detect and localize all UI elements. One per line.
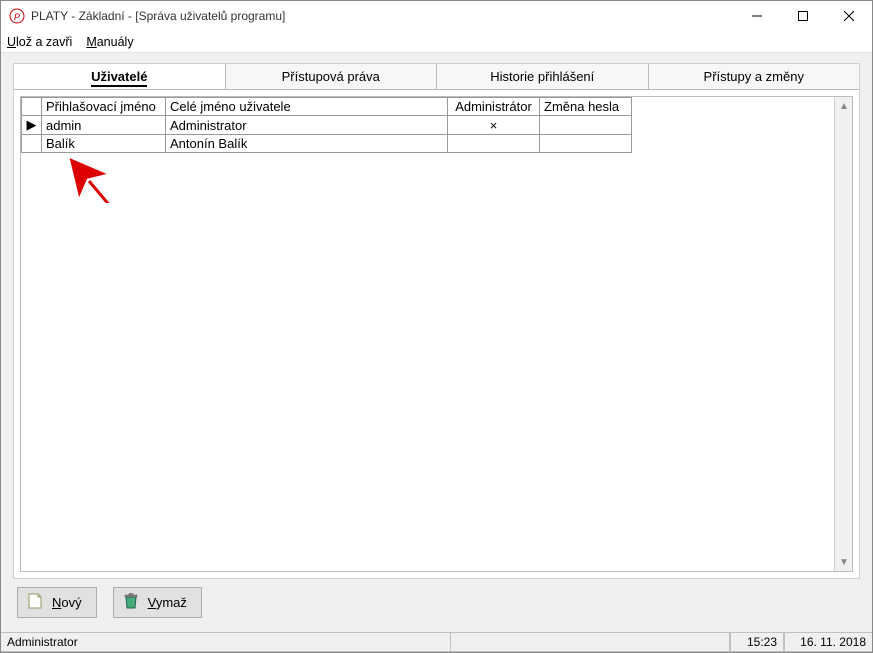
tabstrip: Uživatelé Přístupová práva Historie přih… <box>14 64 859 90</box>
cell-pwdchange[interactable] <box>540 135 632 153</box>
app-window: P PLATY - Základní - [Správa uživatelů p… <box>0 0 873 653</box>
svg-text:P: P <box>14 12 20 22</box>
client-area: Uživatelé Přístupová práva Historie přih… <box>1 53 872 632</box>
status-time: 15:23 <box>730 633 784 652</box>
button-bar: Nový Vymaž <box>13 579 860 624</box>
cell-pwdchange[interactable] <box>540 116 632 135</box>
users-grid[interactable]: Přihlašovací jméno Celé jméno uživatele … <box>20 96 853 572</box>
tab-login-history[interactable]: Historie přihlášení <box>437 64 649 89</box>
scroll-up-icon[interactable]: ▲ <box>835 97 853 115</box>
menu-save-close[interactable]: Ulož a zavři <box>7 35 72 49</box>
grid-vscrollbar[interactable]: ▲ ▼ <box>834 97 852 571</box>
grid-corner <box>22 98 42 116</box>
cell-fullname[interactable]: Administrator <box>166 116 448 135</box>
scroll-down-icon[interactable]: ▼ <box>835 553 853 571</box>
cell-admin[interactable]: × <box>448 116 540 135</box>
delete-button[interactable]: Vymaž <box>113 587 202 618</box>
statusbar: Administrator 15:23 16. 11. 2018 <box>1 632 872 652</box>
tab-access-changes[interactable]: Přístupy a změny <box>649 64 860 89</box>
trash-icon <box>122 592 140 613</box>
col-header-fullname[interactable]: Celé jméno uživatele <box>166 98 448 116</box>
close-button[interactable] <box>826 1 872 31</box>
new-button[interactable]: Nový <box>17 587 97 618</box>
menu-manuals[interactable]: Manuály <box>86 35 133 49</box>
col-header-pwdchange[interactable]: Změna hesla <box>540 98 632 116</box>
maximize-button[interactable] <box>780 1 826 31</box>
col-header-admin[interactable]: Administrátor <box>448 98 540 116</box>
cell-login[interactable]: Balík <box>42 135 166 153</box>
row-indicator <box>22 135 42 153</box>
tab-users[interactable]: Uživatelé <box>14 64 226 89</box>
col-header-login[interactable]: Přihlašovací jméno <box>42 98 166 116</box>
cell-login[interactable]: admin <box>42 116 166 135</box>
app-icon: P <box>9 8 25 24</box>
cell-admin[interactable] <box>448 135 540 153</box>
cell-fullname[interactable]: Antonín Balík <box>166 135 448 153</box>
new-icon <box>26 592 44 613</box>
grid-header-row: Přihlašovací jméno Celé jméno uživatele … <box>22 98 632 116</box>
row-indicator: ▶ <box>22 116 42 135</box>
table-row[interactable]: BalíkAntonín Balík <box>22 135 632 153</box>
status-user: Administrator <box>1 633 451 652</box>
tab-panel: Uživatelé Přístupová práva Historie přih… <box>13 63 860 579</box>
table-row[interactable]: ▶adminAdministrator× <box>22 116 632 135</box>
status-date: 16. 11. 2018 <box>784 633 872 652</box>
minimize-button[interactable] <box>734 1 780 31</box>
menubar: Ulož a zavři Manuály <box>1 31 872 53</box>
tab-access-rights[interactable]: Přístupová práva <box>226 64 438 89</box>
window-title: PLATY - Základní - [Správa uživatelů pro… <box>31 9 734 23</box>
status-spacer <box>451 633 730 652</box>
titlebar: P PLATY - Základní - [Správa uživatelů p… <box>1 1 872 31</box>
